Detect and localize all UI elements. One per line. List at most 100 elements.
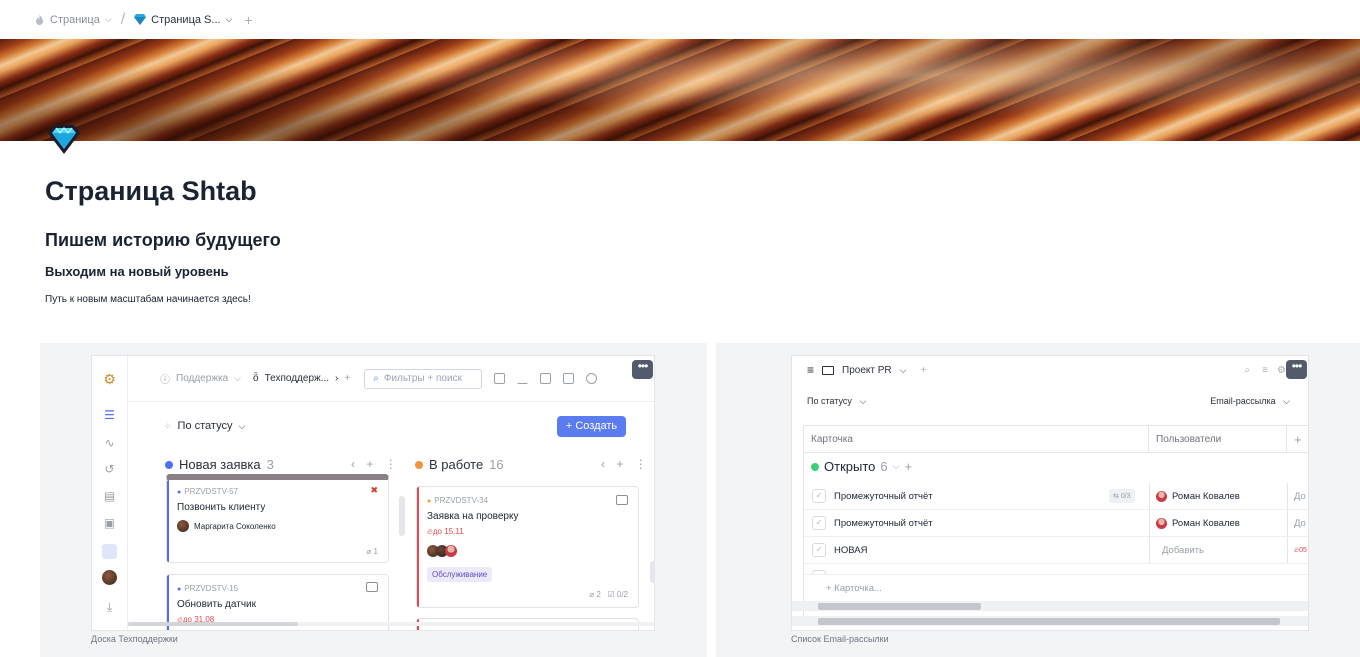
archive-icon[interactable] [563, 373, 575, 384]
table-row[interactable] [804, 564, 1308, 578]
search-icon[interactable]: ⌕ [1244, 365, 1250, 376]
project-name[interactable]: Проект PR [842, 365, 892, 376]
cover-image [0, 39, 1360, 141]
page-diamond-icon[interactable] [48, 123, 80, 155]
embed-more-button[interactable]: ••• [632, 360, 653, 379]
view-field-selector[interactable]: Email-рассылка ⌵ [1210, 396, 1290, 407]
breadcrumb-current[interactable]: Страница S... ⌵ [134, 14, 232, 26]
board-toolbar: ⓘ Поддержка ⌵ ȫ Техподдерж... › + ⌕ Филь… [128, 356, 654, 402]
row-checkbox[interactable]: ✓ [812, 516, 826, 530]
add-board-button[interactable]: + [344, 373, 350, 384]
add-page-button[interactable]: + [244, 12, 252, 28]
avatar [445, 545, 457, 557]
embed-more-button[interactable]: ••• [1286, 360, 1307, 379]
avatar [177, 520, 189, 532]
card-id: PRZVDSTV-57 [177, 487, 238, 496]
list-preview[interactable]: ≡ Проект PR ⌵ + ⌕ ≡ ⚙ По статусу ⌵ Email… [791, 355, 1309, 631]
table-row[interactable]: ✓ Промежуточный отчёт Роман Ковалев До [804, 510, 1308, 537]
list-icon[interactable]: ☰ [102, 408, 117, 423]
chevron-down-icon[interactable]: ⌵ [226, 14, 233, 25]
square-icon[interactable] [102, 544, 117, 559]
status-dot [415, 460, 423, 469]
column-name: Новая заявка [179, 457, 261, 472]
add-button[interactable]: + [920, 365, 926, 376]
chevron-down-icon: ⌵ [238, 420, 246, 431]
breadcrumb: Страница ⌵ / Страница S... ⌵ + [0, 0, 1360, 39]
row-title: НОВАЯ [834, 545, 868, 556]
search-icon: ⌕ [373, 373, 379, 384]
column-header-users[interactable]: Пользователи [1149, 426, 1287, 453]
app-sidebar: ⚙ ☰ ∿ ↺ ▤ ▣ ⤓ [92, 356, 128, 630]
group-by-selector[interactable]: ⁘ По статусу ⌵ [164, 420, 245, 432]
row-add-user[interactable]: Добавить [1162, 545, 1204, 556]
avatar[interactable] [102, 570, 117, 585]
breadcrumb-separator: / [120, 10, 126, 28]
group-by-selector[interactable]: По статусу ⌵ [807, 396, 866, 407]
description-icon [616, 495, 628, 505]
chart-icon[interactable] [517, 373, 529, 384]
doc-template-icon[interactable]: ▣ [102, 516, 117, 531]
download-icon[interactable]: ⤓ [102, 600, 117, 615]
history-icon[interactable]: ↺ [102, 462, 117, 477]
breadcrumb-parent[interactable]: Страница ⌵ [34, 13, 112, 26]
filter-search-input[interactable]: ⌕ Фильтры + поиск [364, 368, 483, 389]
card[interactable]: PRZVDSTV-34 Заявка на проверку 🔥︎до 15.1… [416, 486, 639, 608]
chevron-down-icon[interactable]: ⌵ [234, 373, 241, 384]
card-assignee: Маргарита Соколенко [177, 520, 276, 532]
settings-icon[interactable]: ⚙ [1277, 365, 1286, 376]
menu-icon[interactable]: ≡ [807, 363, 814, 377]
horizontal-scrollbar[interactable] [128, 622, 654, 626]
list-embed[interactable]: ≡ Проект PR ⌵ + ⌕ ≡ ⚙ По статусу ⌵ Email… [716, 343, 1360, 657]
layout-icon[interactable] [540, 373, 552, 384]
row-user[interactable]: Роман Ковалев [1156, 518, 1240, 529]
activity-icon[interactable]: ∿ [102, 436, 117, 451]
column-header-card[interactable]: Карточка [804, 426, 1149, 453]
row-checkbox[interactable]: ✓ [812, 543, 826, 557]
chevron-down-icon[interactable]: › [335, 373, 338, 384]
column-header: Новая заявка 3 [165, 457, 274, 472]
group-header[interactable]: Открыто 6 ⌵ + [811, 459, 912, 474]
table-row[interactable]: ✓ НОВАЯ Добавить 🔥︎05 [804, 537, 1308, 564]
add-column-button[interactable]: + [1287, 426, 1308, 453]
card-title: Обновить датчик [177, 599, 256, 610]
document-icon[interactable]: ▤ [102, 489, 117, 504]
row-title: Промежуточный отчёт [834, 518, 933, 529]
column-controls[interactable]: ‹ + ⋮ [351, 457, 401, 471]
embed-caption: Доска Техподдержки [91, 634, 178, 644]
horizontal-scrollbar[interactable] [792, 601, 1308, 611]
app-logo-icon[interactable]: ⚙ [102, 372, 117, 387]
row-title: Промежуточный отчёт [834, 491, 933, 502]
description-icon [366, 582, 378, 592]
filter-icon[interactable]: ≡ [1262, 365, 1268, 376]
add-card-row[interactable]: + Карточка... [804, 574, 1308, 602]
chevron-down-icon[interactable]: ⌵ [105, 14, 112, 25]
board-breadcrumb-current[interactable]: Техподдерж... [265, 373, 329, 384]
scrollbar[interactable] [650, 561, 654, 583]
column-controls[interactable]: ‹ + ⋮ [601, 457, 651, 471]
list-toolbar: ≡ Проект PR ⌵ + ⌕ ≡ ⚙ [792, 356, 1308, 384]
create-button[interactable]: + Создать [557, 416, 626, 437]
help-icon[interactable]: ⓘ [160, 371, 170, 386]
chevron-down-icon[interactable]: ⌵ [900, 365, 907, 376]
row-checkbox[interactable]: ✓ [812, 489, 826, 503]
group-by-label: По статусу [177, 420, 233, 432]
horizontal-scrollbar[interactable] [792, 616, 1308, 626]
row-extra: До [1294, 491, 1306, 502]
settings-icon[interactable] [586, 373, 598, 384]
card[interactable]: PRZVDSTV-57 ✖ Позвонить клиенту Маргарит… [166, 474, 389, 563]
breadcrumb-parent-label: Страница [50, 13, 100, 26]
board-preview[interactable]: ⚙ ☰ ∿ ↺ ▤ ▣ ⤓ ⓘ Поддержка ⌵ ȫ Техподдерж… [91, 355, 655, 631]
view-card-icon[interactable] [494, 373, 506, 384]
row-user[interactable]: Роман Ковалев [1156, 491, 1240, 502]
scrollbar[interactable] [399, 496, 405, 536]
group-icon: ⁘ [164, 420, 172, 431]
subtask-count: ⇆ 0/3 [1109, 489, 1135, 503]
column-header: В работе 16 [415, 457, 504, 472]
add-card-button[interactable]: + Карточка... [826, 583, 882, 594]
card-title: Заявка на проверку [427, 511, 519, 522]
table-row[interactable]: ✓ Промежуточный отчёт ⇆ 0/3 Роман Ковале… [804, 483, 1308, 510]
board-icon: ȫ [253, 373, 259, 384]
board-embed[interactable]: ⚙ ☰ ∿ ↺ ▤ ▣ ⤓ ⓘ Поддержка ⌵ ȫ Техподдерж… [40, 343, 707, 657]
heading-3: Выходим на новый уровень [45, 264, 229, 279]
board-breadcrumb-parent[interactable]: Поддержка [176, 373, 228, 384]
